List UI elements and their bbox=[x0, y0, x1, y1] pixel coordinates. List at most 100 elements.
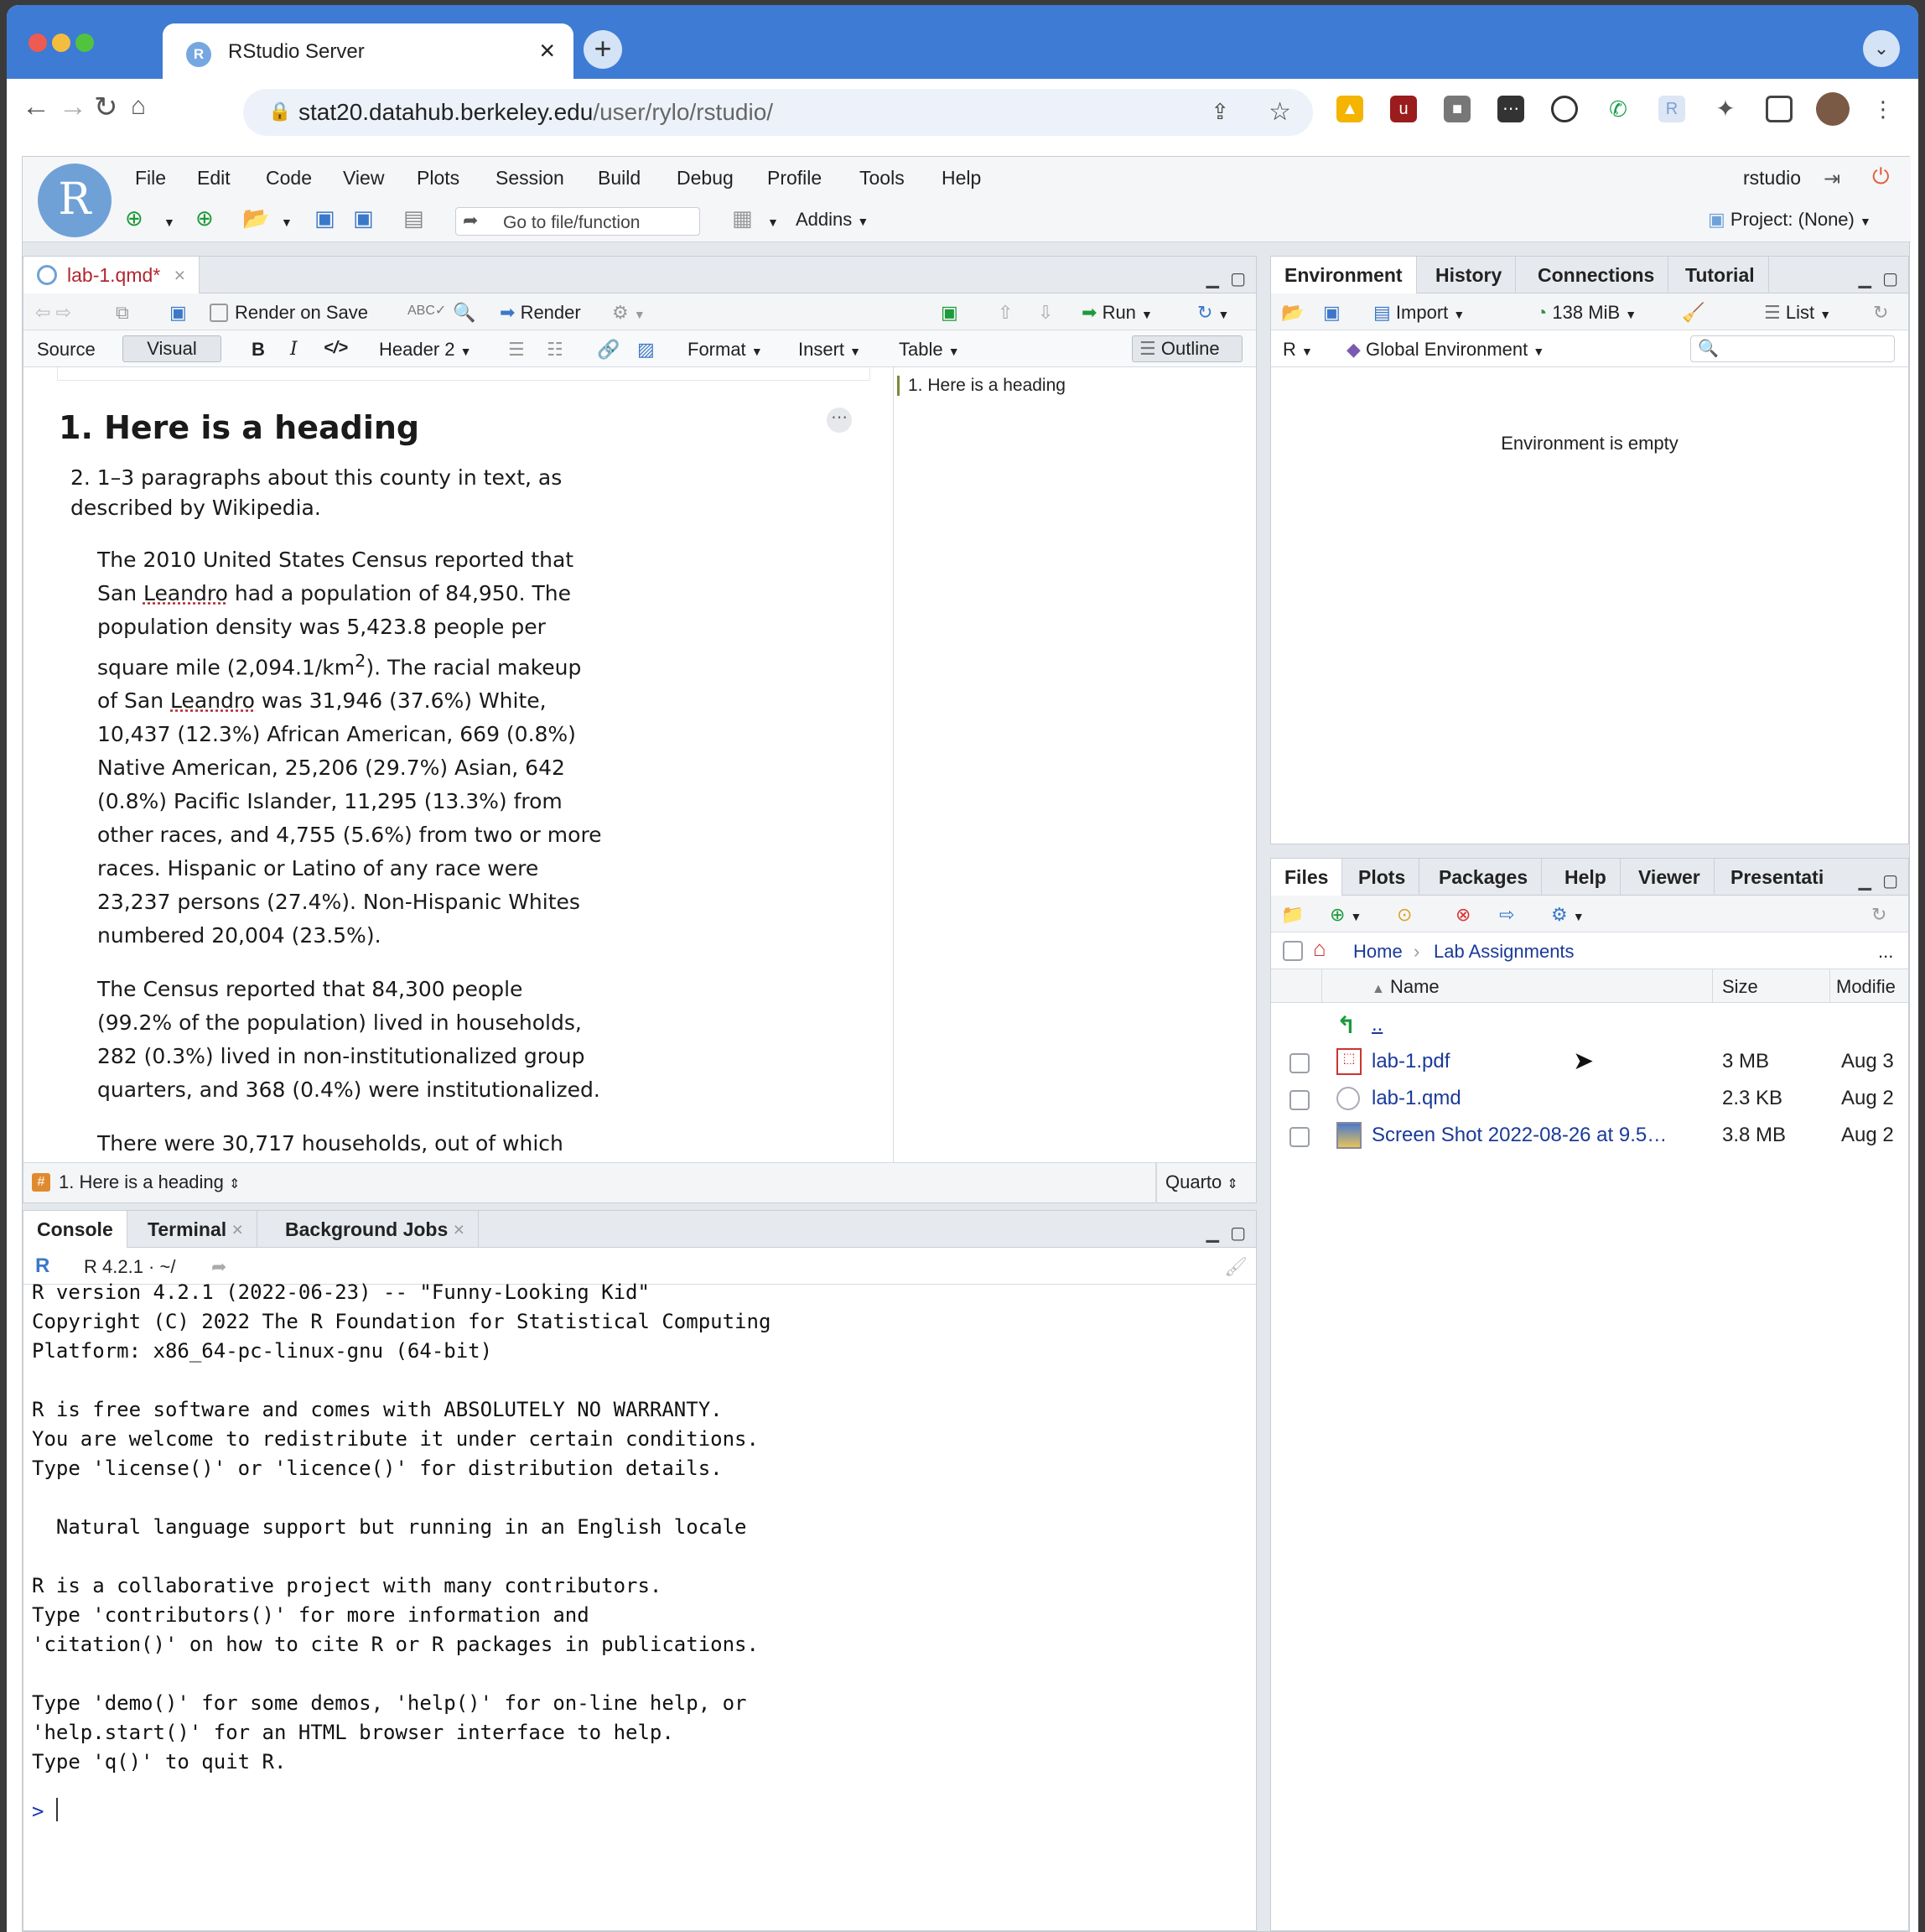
addins-menu[interactable]: Addins ▼ bbox=[796, 209, 869, 231]
run-button[interactable]: ➡ Run ▼ bbox=[1082, 302, 1153, 324]
block-format-dropdown[interactable]: Header 2 ▼ bbox=[379, 339, 472, 361]
chevron-down-icon[interactable]: ▼ bbox=[163, 216, 175, 229]
menu-debug[interactable]: Debug bbox=[677, 167, 734, 190]
menu-build[interactable]: Build bbox=[598, 167, 641, 190]
chunk-down-icon[interactable]: ⇩ bbox=[1038, 302, 1053, 324]
new-project-icon[interactable]: ⊕ bbox=[195, 205, 214, 231]
phone-icon[interactable]: ✆ bbox=[1605, 96, 1632, 122]
side-panel-icon[interactable] bbox=[1766, 96, 1793, 122]
menu-help[interactable]: Help bbox=[942, 167, 981, 190]
new-blank-file-icon[interactable]: ⊕ ▼ bbox=[1330, 904, 1362, 926]
minimize-window-icon[interactable] bbox=[52, 34, 70, 52]
load-workspace-icon[interactable]: 📂 bbox=[1281, 302, 1304, 324]
maximize-pane-icon[interactable]: ▢ bbox=[1882, 870, 1898, 891]
menu-view[interactable]: View bbox=[343, 167, 384, 190]
forward-icon[interactable]: → bbox=[59, 91, 87, 123]
select-all-checkbox[interactable] bbox=[1283, 941, 1303, 961]
more-options-icon[interactable]: ⋯ bbox=[827, 408, 852, 433]
tab-tutorial[interactable]: Tutorial bbox=[1672, 257, 1769, 293]
google-drive-icon[interactable]: ▲ bbox=[1336, 96, 1363, 122]
go-to-directory-icon[interactable]: ➦ bbox=[211, 1256, 226, 1278]
chevron-down-icon[interactable]: ▼ bbox=[767, 216, 779, 229]
save-workspace-icon[interactable]: ▣ bbox=[1323, 302, 1341, 324]
environment-search-input[interactable]: 🔍 bbox=[1690, 335, 1895, 362]
menu-tools[interactable]: Tools bbox=[859, 167, 905, 190]
refresh-icon[interactable]: ↻ bbox=[1873, 302, 1888, 324]
browser-tab[interactable]: R RStudio Server × bbox=[163, 23, 573, 84]
address-bar[interactable]: 🔒 stat20.datahub.berkeley.edu/user/rylo/… bbox=[243, 89, 1313, 136]
go-to-file-input[interactable]: ➦ Go to file/function bbox=[455, 207, 700, 236]
insert-menu[interactable]: Insert ▼ bbox=[798, 339, 861, 361]
file-name[interactable]: Screen Shot 2022-08-26 at 9.5… bbox=[1372, 1124, 1667, 1147]
tab-lab-1-qmd[interactable]: lab-1.qmd* × bbox=[23, 257, 200, 293]
outline-toggle-button[interactable]: ☰ Outline bbox=[1132, 335, 1243, 362]
bookmark-star-icon[interactable]: ☆ bbox=[1269, 97, 1291, 127]
close-icon[interactable]: × bbox=[454, 1218, 464, 1240]
new-file-icon[interactable]: ⊕ bbox=[125, 205, 143, 231]
more-path-button[interactable]: ... bbox=[1878, 941, 1893, 963]
tab-history[interactable]: History bbox=[1422, 257, 1517, 293]
close-icon[interactable]: × bbox=[174, 264, 185, 286]
file-row[interactable]: lab-1.qmd 2.3 KB Aug 2 bbox=[1271, 1080, 1908, 1117]
new-folder-icon[interactable]: 📁 bbox=[1281, 904, 1304, 926]
settings-gear-icon[interactable]: ⚙ ▼ bbox=[612, 302, 646, 324]
numbered-list-icon[interactable]: ☷ bbox=[547, 339, 563, 361]
clear-console-icon[interactable]: 🖌 bbox=[1224, 1256, 1248, 1278]
save-icon[interactable]: ▣ bbox=[169, 302, 187, 324]
italic-button[interactable]: I bbox=[290, 339, 298, 360]
back-icon[interactable]: ⇦ ⇨ bbox=[35, 302, 71, 324]
outline-item[interactable]: 1. Here is a heading bbox=[897, 376, 1066, 396]
source-mode-button[interactable]: Source bbox=[37, 339, 96, 361]
tab-console[interactable]: Console bbox=[23, 1211, 127, 1248]
table-menu[interactable]: Table ▼ bbox=[899, 339, 960, 361]
insert-chunk-icon[interactable]: ▣ bbox=[941, 302, 958, 324]
rstudio-extension-icon[interactable]: R bbox=[1658, 96, 1685, 122]
open-file-icon[interactable]: 📂 bbox=[242, 205, 269, 231]
scope-dropdown[interactable]: ◆ Global Environment ▼ bbox=[1346, 339, 1544, 361]
code-button[interactable]: </> bbox=[324, 339, 348, 358]
file-checkbox[interactable] bbox=[1289, 1053, 1310, 1073]
back-icon[interactable]: ← bbox=[22, 91, 50, 123]
memory-usage-button[interactable]: ◔ 138 MiB ▼ bbox=[1536, 302, 1637, 324]
rename-icon[interactable]: ⇨ bbox=[1499, 904, 1514, 926]
visual-editor-document[interactable]: ⋯ 1. Here is a heading 2. 1–3 paragraphs… bbox=[23, 367, 894, 1162]
save-all-icon[interactable]: ▣ bbox=[353, 205, 374, 231]
language-dropdown[interactable]: R ▼ bbox=[1283, 339, 1313, 361]
file-name[interactable]: lab-1.pdf bbox=[1372, 1050, 1450, 1073]
menu-code[interactable]: Code bbox=[266, 167, 312, 190]
zoom-window-icon[interactable] bbox=[75, 34, 94, 52]
tab-presentation[interactable]: Presentati bbox=[1717, 859, 1837, 896]
menu-edit[interactable]: Edit bbox=[197, 167, 231, 190]
view-mode-dropdown[interactable]: ☰ List ▼ bbox=[1764, 302, 1831, 324]
format-menu[interactable]: Format ▼ bbox=[688, 339, 763, 361]
re-run-icon[interactable]: ↻ ▼ bbox=[1197, 302, 1229, 324]
tab-files[interactable]: Files bbox=[1271, 859, 1343, 896]
image-icon[interactable]: ▨ bbox=[637, 339, 655, 361]
tab-help[interactable]: Help bbox=[1551, 859, 1621, 896]
menu-file[interactable]: File bbox=[135, 167, 166, 190]
bold-button[interactable]: B bbox=[252, 339, 265, 361]
file-checkbox[interactable] bbox=[1289, 1127, 1310, 1147]
extensions-puzzle-icon[interactable]: ✦ bbox=[1712, 96, 1739, 122]
find-icon[interactable]: 🔍 bbox=[453, 302, 475, 324]
extension-icon[interactable]: ■ bbox=[1444, 96, 1471, 122]
file-row[interactable]: Screen Shot 2022-08-26 at 9.5… 3.8 MB Au… bbox=[1271, 1117, 1908, 1154]
document-type-selector[interactable]: Quarto ⇕ bbox=[1165, 1171, 1238, 1193]
column-modified[interactable]: Modifie bbox=[1836, 976, 1896, 998]
minimize-pane-icon[interactable]: ▁ bbox=[1206, 268, 1219, 289]
bullet-list-icon[interactable]: ☰ bbox=[508, 339, 525, 361]
close-tab-icon[interactable]: × bbox=[539, 35, 555, 66]
breadcrumb-home[interactable]: Home bbox=[1353, 941, 1403, 963]
tab-packages[interactable]: Packages bbox=[1425, 859, 1543, 896]
column-size[interactable]: Size bbox=[1722, 976, 1758, 998]
console-prompt[interactable]: > bbox=[32, 1798, 58, 1823]
refresh-icon[interactable]: ↻ bbox=[1871, 904, 1886, 926]
file-checkbox[interactable] bbox=[1289, 1090, 1310, 1110]
maximize-pane-icon[interactable]: ▢ bbox=[1882, 268, 1898, 289]
tab-search-button[interactable]: ⌄ bbox=[1863, 30, 1900, 67]
profile-avatar[interactable] bbox=[1816, 92, 1850, 126]
breadcrumb-lab-assignments[interactable]: Lab Assignments bbox=[1434, 941, 1575, 963]
menu-session[interactable]: Session bbox=[496, 167, 564, 190]
chevron-down-icon[interactable]: ▼ bbox=[281, 216, 293, 229]
home-icon[interactable]: ⌂ bbox=[131, 92, 146, 121]
